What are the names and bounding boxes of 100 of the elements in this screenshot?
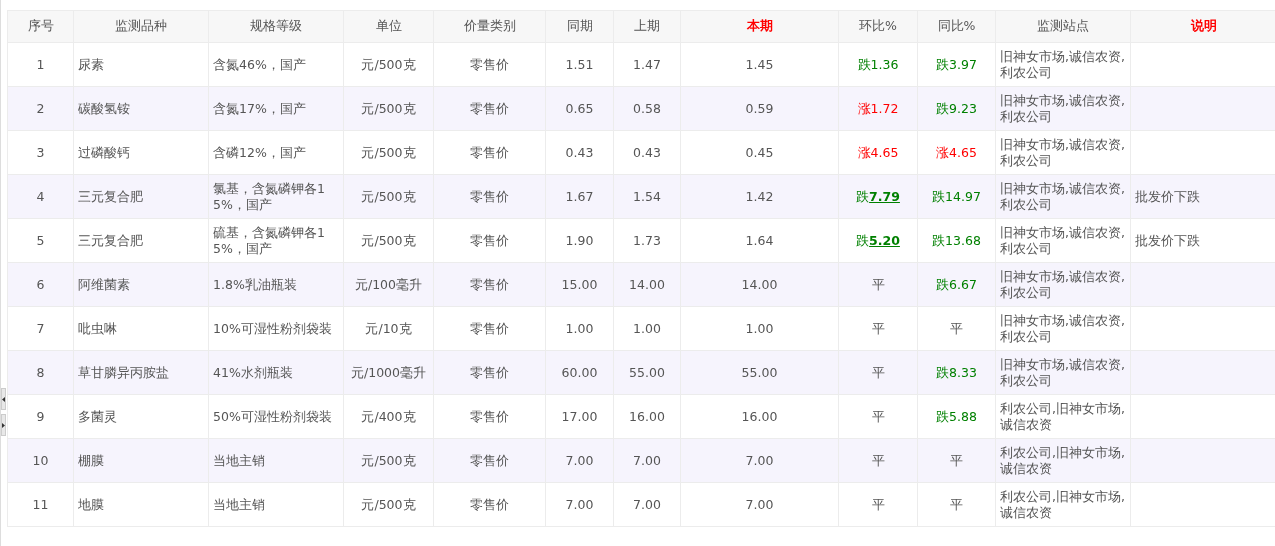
- table-cell: 零售价: [433, 86, 546, 131]
- table-cell: 多菌灵: [73, 394, 209, 439]
- collapse-handle[interactable]: [1, 388, 6, 410]
- table-cell: 旧神女市场,诚信农资,利农公司: [995, 130, 1131, 175]
- column-header: 环比%: [838, 10, 918, 43]
- change-cell: 跌1.36: [838, 42, 918, 87]
- table-cell: 1: [7, 42, 74, 87]
- table-cell: 当地主销: [208, 482, 344, 527]
- table-cell: 草甘膦异丙胺盐: [73, 350, 209, 395]
- expand-handle[interactable]: [1, 414, 6, 436]
- change-cell: 平: [917, 482, 996, 527]
- table-cell: 4: [7, 174, 74, 219]
- table-cell: 6: [7, 262, 74, 307]
- table-cell: 元/500克: [343, 482, 434, 527]
- table-cell: 16.00: [613, 394, 681, 439]
- table-cell: 2: [7, 86, 74, 131]
- table-cell: 零售价: [433, 482, 546, 527]
- table-cell: 含氮46%，国产: [208, 42, 344, 87]
- change-cell: 平: [838, 438, 918, 483]
- table-cell: 元/100毫升: [343, 262, 434, 307]
- table-cell: 10: [7, 438, 74, 483]
- table-cell: 当地主销: [208, 438, 344, 483]
- change-cell: 跌5.88: [917, 394, 996, 439]
- column-header: 单位: [343, 10, 434, 43]
- table-cell: 三元复合肥: [73, 218, 209, 263]
- change-cell: 平: [838, 350, 918, 395]
- table-cell: 0.59: [680, 86, 839, 131]
- table-cell: 阿维菌素: [73, 262, 209, 307]
- change-cell: 跌13.68: [917, 218, 996, 263]
- table-cell: 3: [7, 130, 74, 175]
- table-cell: 硫基，含氮磷钾各15%，国产: [208, 218, 344, 263]
- table-cell: 1.00: [613, 306, 681, 351]
- change-cell: 涨1.72: [838, 86, 918, 131]
- table-cell: 地膜: [73, 482, 209, 527]
- table-cell: 元/10克: [343, 306, 434, 351]
- table-cell: 零售价: [433, 130, 546, 175]
- table-cell: 碳酸氢铵: [73, 86, 209, 131]
- table-cell: 0.43: [545, 130, 614, 175]
- table-cell: 零售价: [433, 218, 546, 263]
- table-cell: 旧神女市场,诚信农资,利农公司: [995, 262, 1131, 307]
- table-cell: 1.73: [613, 218, 681, 263]
- change-cell: 跌8.33: [917, 350, 996, 395]
- table-cell: 7.00: [613, 438, 681, 483]
- table-cell: 0.45: [680, 130, 839, 175]
- table-cell: 7.00: [680, 482, 839, 527]
- table-cell: 15.00: [545, 262, 614, 307]
- column-header: 序号: [7, 10, 74, 43]
- table-cell: 7: [7, 306, 74, 351]
- table-cell: 元/500克: [343, 218, 434, 263]
- table-cell: 旧神女市场,诚信农资,利农公司: [995, 218, 1131, 263]
- change-cell: 跌14.97: [917, 174, 996, 219]
- table-cell: 1.00: [680, 306, 839, 351]
- column-header: 监测品种: [73, 10, 209, 43]
- table-cell: 尿素: [73, 42, 209, 87]
- change-cell: 跌6.67: [917, 262, 996, 307]
- table-cell: 55.00: [613, 350, 681, 395]
- table-cell: 1.51: [545, 42, 614, 87]
- table-cell: 7.00: [545, 438, 614, 483]
- table-cell: 0.43: [613, 130, 681, 175]
- change-cell: 跌9.23: [917, 86, 996, 131]
- table-cell: 元/500克: [343, 130, 434, 175]
- column-header: 价量类别: [433, 10, 546, 43]
- table-cell: 14.00: [680, 262, 839, 307]
- change-cell: 平: [838, 306, 918, 351]
- table-cell: 元/500克: [343, 174, 434, 219]
- table-cell: 利农公司,旧神女市场,诚信农资: [995, 438, 1131, 483]
- table-cell: 旧神女市场,诚信农资,利农公司: [995, 86, 1131, 131]
- table-cell: 41%水剂瓶装: [208, 350, 344, 395]
- table-cell: 16.00: [680, 394, 839, 439]
- table-cell: 零售价: [433, 394, 546, 439]
- table-cell: 三元复合肥: [73, 174, 209, 219]
- change-cell: 跌5.20: [838, 218, 918, 263]
- table-cell: 0.58: [613, 86, 681, 131]
- table-cell: 1.42: [680, 174, 839, 219]
- change-cell: 平: [838, 394, 918, 439]
- table-cell: 零售价: [433, 350, 546, 395]
- table-cell: 利农公司,旧神女市场,诚信农资: [995, 482, 1131, 527]
- change-cell: 跌7.79: [838, 174, 918, 219]
- table-cell: 元/400克: [343, 394, 434, 439]
- table-cell: 零售价: [433, 262, 546, 307]
- change-cell: 平: [917, 306, 996, 351]
- table-cell: 棚膜: [73, 438, 209, 483]
- change-cell: 涨4.65: [917, 130, 996, 175]
- table-cell: 50%可湿性粉剂袋装: [208, 394, 344, 439]
- table-cell: 11: [7, 482, 74, 527]
- change-cell: 平: [838, 482, 918, 527]
- table-cell: 0.65: [545, 86, 614, 131]
- table-cell: 含磷12%，国产: [208, 130, 344, 175]
- change-cell: 涨4.65: [838, 130, 918, 175]
- table-cell: 8: [7, 350, 74, 395]
- table-cell: 1.00: [545, 306, 614, 351]
- table-cell: 7.00: [545, 482, 614, 527]
- table-cell: 元/500克: [343, 42, 434, 87]
- table-cell: 1.8%乳油瓶装: [208, 262, 344, 307]
- table-cell: 元/500克: [343, 438, 434, 483]
- table-cell: 旧神女市场,诚信农资,利农公司: [995, 174, 1131, 219]
- column-header: 监测站点: [995, 10, 1131, 43]
- table-cell: 含氮17%，国产: [208, 86, 344, 131]
- change-cell: 平: [838, 262, 918, 307]
- column-header: 上期: [613, 10, 681, 43]
